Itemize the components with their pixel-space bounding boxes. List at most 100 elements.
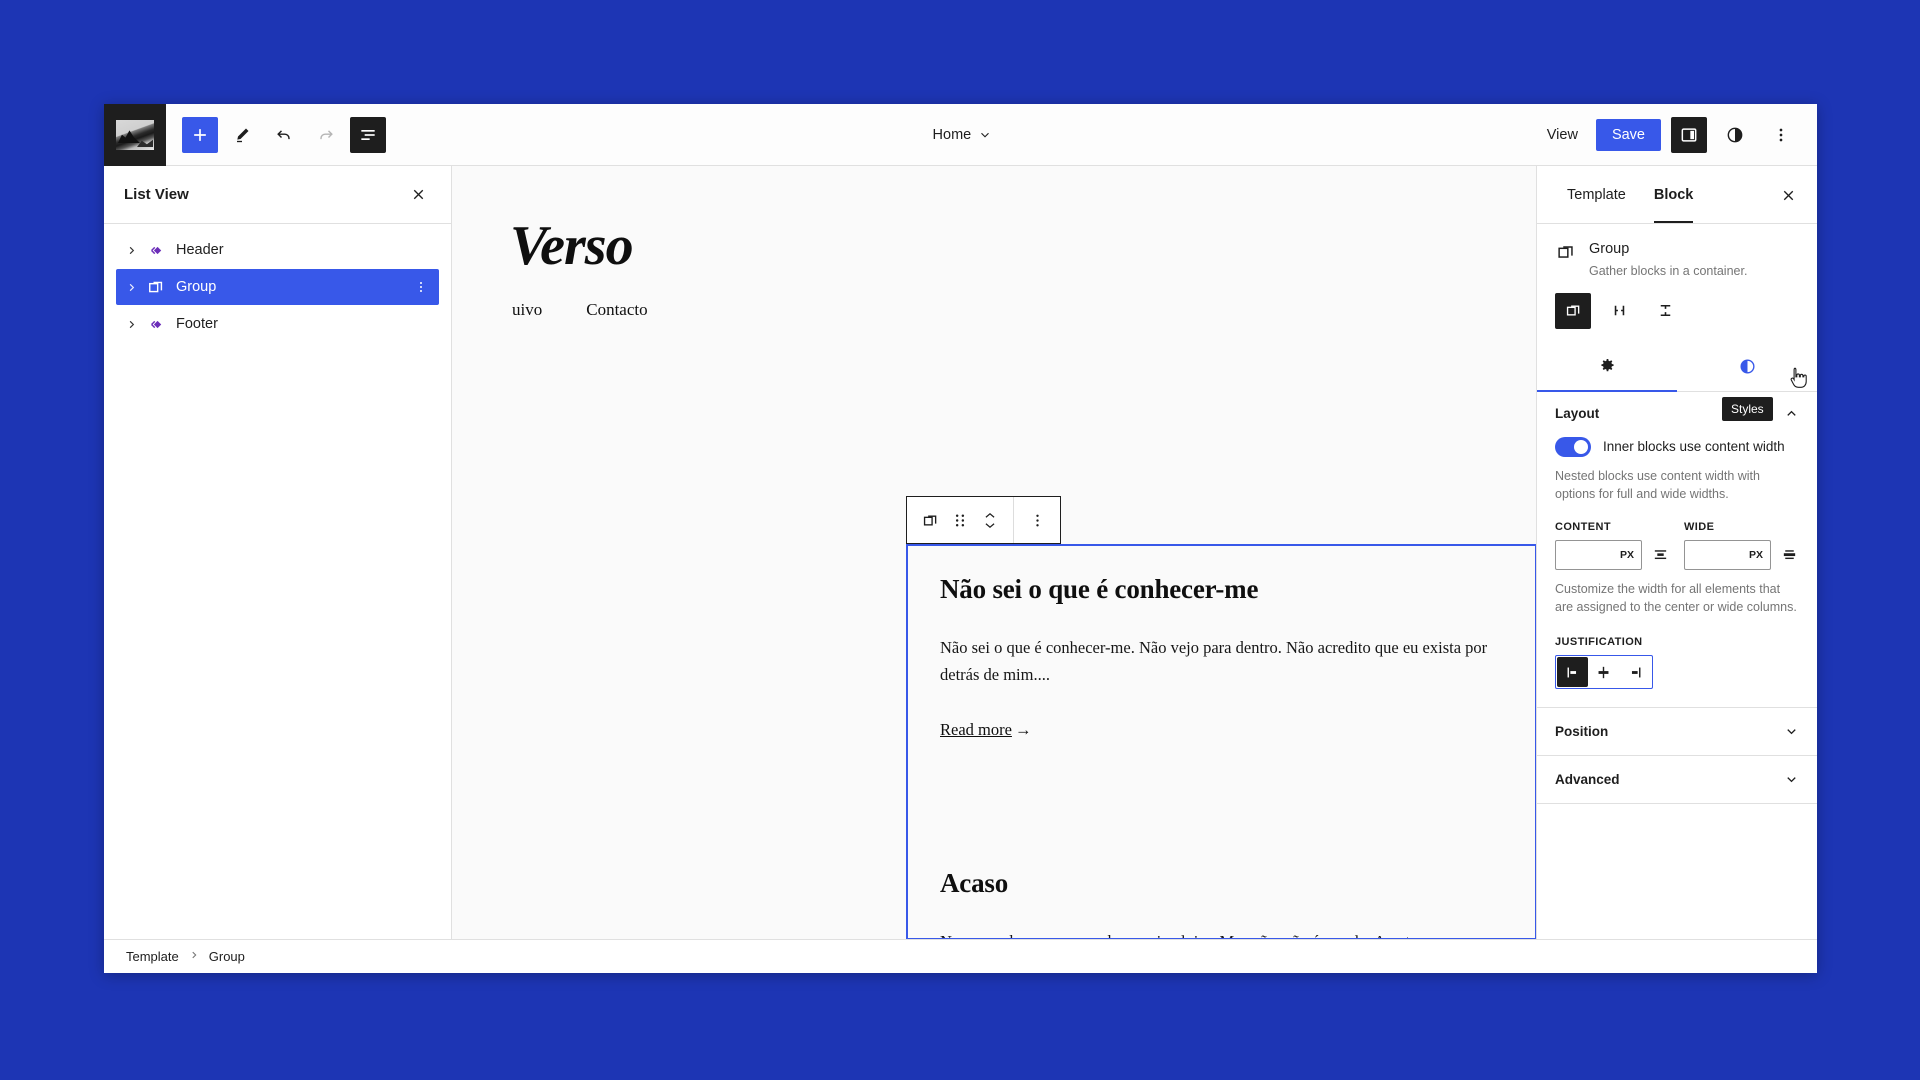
width-help-text: Customize the width for all elements tha…: [1555, 581, 1797, 614]
justify-center-button[interactable]: [1588, 657, 1619, 687]
block-editor-window: Home View Save List View Header Group Fo…: [104, 104, 1817, 973]
undo-button[interactable]: [266, 117, 302, 153]
post-excerpt: Não sei o que é conhecer-me. Não vejo pa…: [940, 638, 1488, 684]
block-toolbar-main-group: [907, 497, 1013, 543]
site-icon-button[interactable]: [104, 104, 166, 166]
list-view-rows: Header Group Footer: [104, 224, 451, 343]
vertical-dots-icon: [1035, 514, 1039, 526]
group-variation-button[interactable]: [1555, 292, 1591, 329]
block-info-card: Group Gather blocks in a container.: [1537, 224, 1817, 293]
plus-icon: [194, 128, 206, 141]
document-title-dropdown[interactable]: Home: [386, 104, 1539, 165]
nav-item-arquivo[interactable]: uivo: [512, 300, 542, 320]
list-view-item-label: Group: [176, 279, 217, 295]
add-block-button[interactable]: [182, 116, 218, 153]
content-width-input[interactable]: PX: [1555, 539, 1642, 570]
inner-blocks-content-width-toggle[interactable]: [1555, 436, 1591, 457]
settings-tab[interactable]: [1537, 343, 1677, 392]
settings-icon-tabs: [1537, 343, 1817, 392]
row-icon: [1614, 305, 1624, 316]
sidebar-panel-icon: [1681, 127, 1697, 142]
post-title[interactable]: Não sei o que é conhecer-me: [940, 574, 1535, 605]
justify-right-button[interactable]: [1620, 657, 1651, 687]
content-width-preset-button[interactable]: [1650, 543, 1670, 567]
position-title: Position: [1555, 724, 1609, 739]
breadcrumb-item-group[interactable]: Group: [209, 949, 245, 964]
arrow-right-icon: →: [1014, 720, 1032, 740]
read-more-link[interactable]: Read more →: [940, 720, 1031, 740]
drag-handle[interactable]: [947, 497, 973, 543]
list-view-panel: List View Header Group Footer: [104, 166, 452, 939]
redo-button[interactable]: [308, 117, 344, 153]
edit-tool-button[interactable]: [224, 117, 260, 153]
settings-close-button[interactable]: [1773, 180, 1803, 210]
styles-tab[interactable]: [1677, 343, 1817, 391]
list-view-item-header[interactable]: Header: [116, 232, 439, 268]
list-view-close-button[interactable]: [403, 180, 433, 210]
wide-width-input[interactable]: PX: [1684, 539, 1771, 570]
settings-panel-toggle[interactable]: [1671, 116, 1707, 153]
chevron-down-icon: [981, 132, 990, 138]
group-glyph: [149, 281, 163, 293]
chevron-up-icon[interactable]: [1784, 406, 1799, 421]
chevron-down-icon[interactable]: [983, 521, 997, 530]
align-content-icon: [1654, 550, 1666, 560]
template-part-icon: [142, 240, 170, 261]
chevron-down-icon[interactable]: [1784, 724, 1799, 739]
block-toolbar: [906, 496, 1061, 544]
advanced-section[interactable]: Advanced: [1537, 756, 1817, 804]
width-controls: CONTENT PX WIDE PX: [1555, 521, 1799, 570]
list-view-item-group[interactable]: Group: [116, 269, 439, 305]
block-variations: [1537, 292, 1817, 343]
expand-chevron-icon[interactable]: [120, 319, 142, 330]
position-section[interactable]: Position: [1537, 708, 1817, 756]
stack-icon: [1660, 304, 1670, 317]
row-variation-button[interactable]: [1601, 293, 1637, 329]
expand-chevron-icon[interactable]: [120, 282, 142, 293]
justify-left-icon: [1567, 667, 1577, 677]
query-loop-posts: Não sei o que é conhecer-me Não sei o qu…: [908, 546, 1535, 938]
post-title[interactable]: Acaso: [940, 868, 1535, 899]
justify-right-icon: [1631, 667, 1641, 677]
block-type-button[interactable]: [913, 497, 947, 543]
list-view-item-footer[interactable]: Footer: [116, 306, 439, 342]
stack-variation-button[interactable]: [1647, 293, 1683, 329]
list-view-button[interactable]: [350, 116, 386, 153]
tab-template[interactable]: Template: [1553, 166, 1640, 223]
save-button[interactable]: Save: [1595, 118, 1661, 151]
post-excerpt: No acaso da rua o acaso da rapariga loir…: [940, 929, 1488, 938]
gear-icon: [1600, 359, 1614, 372]
breadcrumb-item-template[interactable]: Template: [126, 949, 179, 964]
selected-group-block[interactable]: Não sei o que é conhecer-me Não sei o qu…: [906, 544, 1536, 939]
drag-dots-icon: [955, 514, 965, 526]
chevron-down-icon[interactable]: [1784, 772, 1799, 787]
list-view-item-label: Header: [176, 242, 224, 258]
styles-tooltip: Styles: [1722, 397, 1773, 421]
block-info-text: Group Gather blocks in a container.: [1589, 240, 1747, 281]
editor-header-bar: Home View Save: [104, 104, 1817, 166]
site-title[interactable]: Verso: [510, 214, 1536, 278]
post-item: Acaso No acaso da rua o acaso da raparig…: [940, 868, 1535, 938]
chevron-up-icon[interactable]: [983, 511, 997, 520]
wide-width-preset-button[interactable]: [1779, 543, 1799, 567]
block-description: Gather blocks in a container.: [1589, 264, 1748, 278]
close-icon: [1783, 190, 1793, 200]
layout-title: Layout: [1555, 405, 1600, 421]
styles-toggle[interactable]: [1717, 117, 1753, 153]
more-options-menu[interactable]: [1763, 117, 1799, 153]
list-view-item-options[interactable]: [411, 279, 431, 295]
list-view-icon: [361, 129, 375, 140]
breadcrumb-separator-icon: [189, 950, 199, 963]
move-block-arrows[interactable]: [973, 497, 1007, 543]
block-options-button[interactable]: [1020, 497, 1054, 543]
justify-left-button[interactable]: [1557, 657, 1589, 687]
list-view-item-label: Footer: [176, 316, 218, 332]
block-name: Group: [1589, 241, 1630, 257]
expand-chevron-icon[interactable]: [120, 245, 142, 256]
advanced-title: Advanced: [1555, 772, 1620, 787]
document-title: Home: [932, 126, 972, 143]
view-button[interactable]: View: [1539, 121, 1586, 149]
tab-block[interactable]: Block: [1640, 166, 1708, 223]
breadcrumb: Template Group: [104, 939, 1817, 973]
nav-item-contacto[interactable]: Contacto: [586, 300, 647, 320]
